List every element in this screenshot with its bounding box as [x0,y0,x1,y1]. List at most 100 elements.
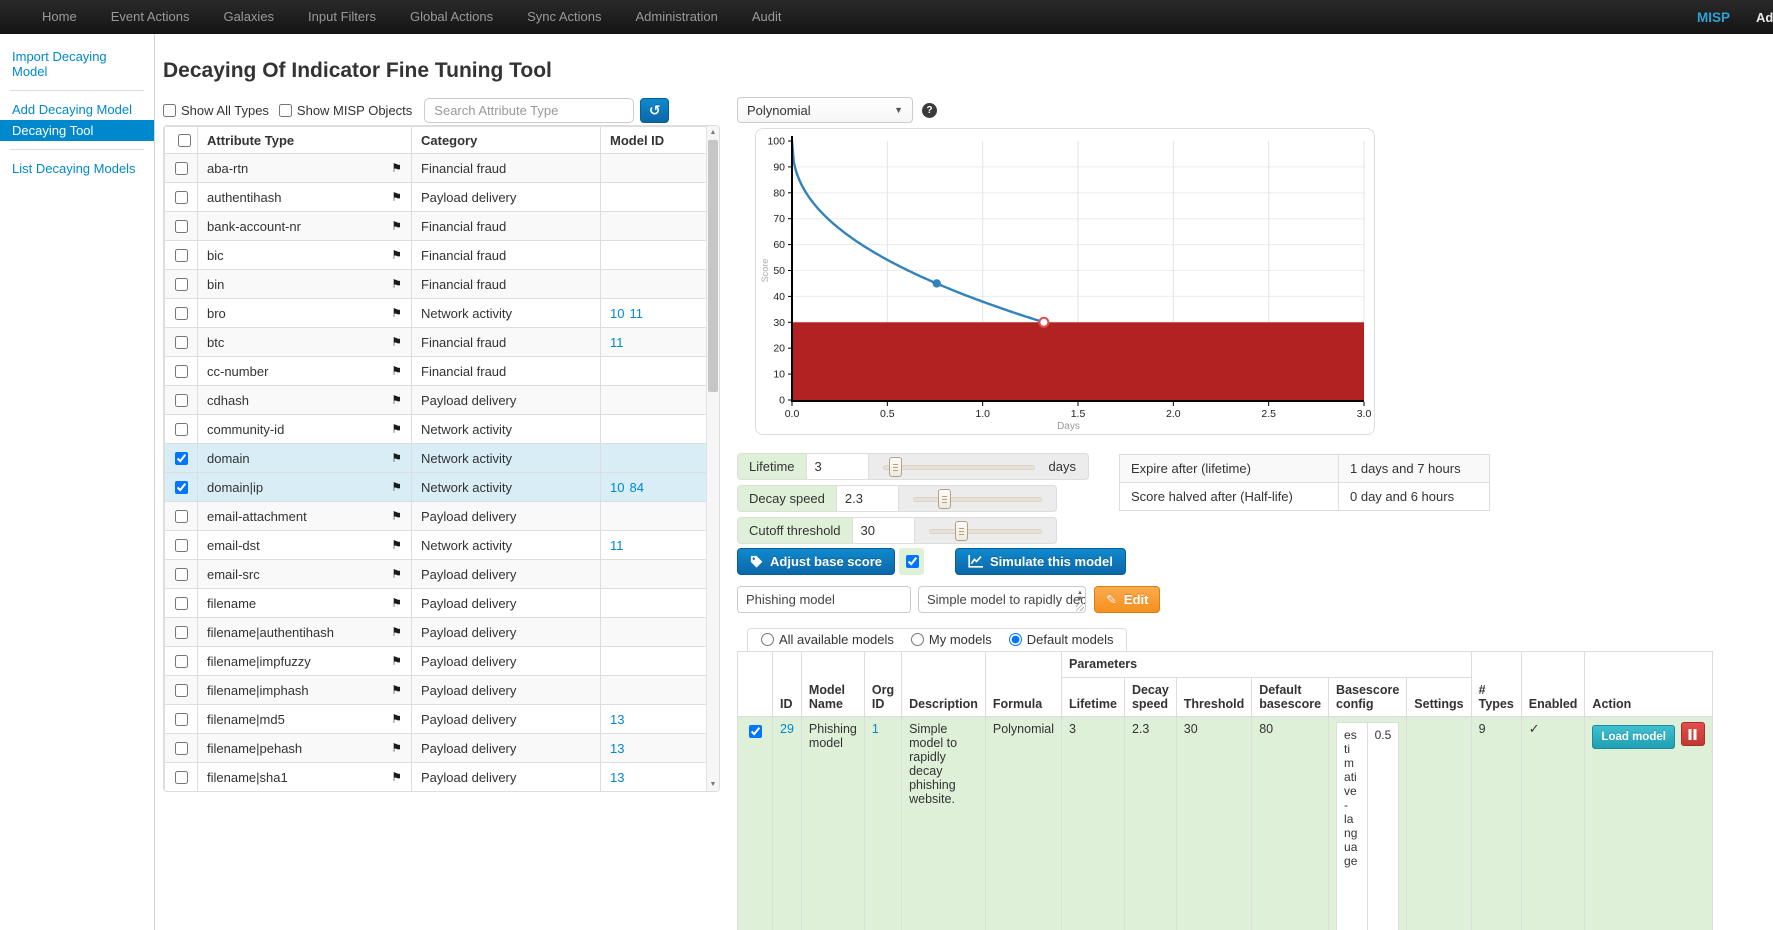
attribute-type-label: cdhash [207,393,249,408]
model-row-checkbox[interactable] [749,725,762,738]
config-value: 0.5 [1367,723,1399,930]
model-id-link[interactable]: 11 [610,335,624,350]
model-description-textarea[interactable]: Simple model to rapidly decay ▲▼ [918,586,1086,613]
refresh-button[interactable]: ↺ [640,98,669,123]
show-misp-objects-option[interactable]: Show MISP Objects [279,103,412,118]
model-id-cell [601,270,708,299]
load-model-button[interactable]: Load model [1592,725,1675,749]
model-name-input[interactable] [737,586,911,613]
model-filter-option-1[interactable]: My models [911,632,992,647]
help-icon[interactable]: ? [922,103,937,118]
model-id-link[interactable]: 29 [780,722,794,736]
row-checkbox[interactable] [175,191,188,204]
attribute-type-label: bin [207,277,224,292]
row-checkbox[interactable] [175,162,188,175]
model-filter-radio[interactable] [761,633,774,646]
row-checkbox[interactable] [175,278,188,291]
model-filter-option-0[interactable]: All available models [761,632,894,647]
curve-handle[interactable] [933,279,941,287]
row-checkbox[interactable] [175,336,188,349]
col-lifetime: Lifetime [1062,678,1125,717]
model-filter-radio[interactable] [911,633,924,646]
spinner-arrows-icon[interactable]: ▲▼ [1077,590,1083,602]
row-checkbox[interactable] [175,626,188,639]
select-all-checkbox[interactable] [178,134,191,147]
cutoff-threshold-input[interactable] [853,518,915,543]
row-checkbox[interactable] [175,452,188,465]
sidebar-item-decaying-tool[interactable]: Decaying Tool [0,120,154,141]
model-id-link[interactable]: 11 [610,538,624,553]
model-id-link[interactable]: 13 [610,770,624,785]
model-id-link[interactable]: 10 [610,306,624,321]
decay-speed-input[interactable] [837,486,899,511]
row-checkbox[interactable] [175,568,188,581]
edit-model-button[interactable]: ✎ Edit [1094,586,1160,613]
row-checkbox[interactable] [175,394,188,407]
nav-item-link[interactable]: Event Actions [94,0,207,34]
adjust-base-score-button[interactable]: Adjust base score [737,548,895,575]
row-checkbox[interactable] [175,771,188,784]
adjust-base-score-checkbox[interactable] [906,555,919,568]
slider-handle[interactable] [955,521,968,541]
threshold-crossing-point[interactable] [1039,318,1048,327]
scroll-down-icon[interactable]: ▼ [707,778,719,791]
row-checkbox[interactable] [175,365,188,378]
row-checkbox[interactable] [175,655,188,668]
org-id-link[interactable]: 1 [872,722,879,736]
search-input[interactable] [424,98,634,123]
table-scrollbar[interactable]: ▲ ▼ [706,126,719,791]
row-checkbox[interactable] [175,481,188,494]
model-filter-radio[interactable] [1009,633,1022,646]
show-all-types-checkbox[interactable] [163,104,176,117]
lifetime-slider[interactable] [883,454,1035,479]
row-checkbox[interactable] [175,684,188,697]
row-checkbox[interactable] [175,597,188,610]
simulate-model-button[interactable]: Simulate this model [955,548,1126,575]
show-all-types-label: Show All Types [181,103,269,118]
row-checkbox[interactable] [175,423,188,436]
nav-user[interactable]: Ad [1756,10,1773,25]
model-id-link[interactable]: 84 [629,480,643,495]
sidebar-item-add-decaying-model[interactable]: Add Decaying Model [0,99,154,120]
pause-model-button[interactable] [1681,722,1705,746]
svg-text:60: 60 [773,239,785,251]
model-id-link[interactable]: 13 [610,712,624,727]
row-checkbox[interactable] [175,539,188,552]
row-checkbox[interactable] [175,510,188,523]
nav-item-link[interactable]: Input Filters [291,0,393,34]
nav-item-link[interactable]: Home [25,0,94,34]
row-checkbox[interactable] [175,713,188,726]
decay-speed-slider[interactable] [913,486,1042,511]
nav-item-link[interactable]: Administration [619,0,735,34]
nav-item-link[interactable]: Global Actions [393,0,510,34]
resize-grip-icon[interactable] [1076,603,1084,611]
show-misp-objects-checkbox[interactable] [279,104,292,117]
sidebar-item-import-decaying-model[interactable]: Import Decaying Model [0,46,154,82]
model-id-cell: 11 [601,328,708,357]
misp-brand[interactable]: MISP [1697,10,1730,25]
table-row: bic⚑Financial fraud [165,241,708,270]
slider-handle[interactable] [889,457,902,477]
scroll-up-icon[interactable]: ▲ [707,126,719,139]
lifetime-input[interactable] [807,454,869,479]
model-id-link[interactable]: 10 [610,480,624,495]
half-life-value: 0 day and 6 hours [1339,483,1490,511]
nav-item-link[interactable]: Sync Actions [510,0,618,34]
cutoff-threshold-slider[interactable] [929,518,1042,543]
row-checkbox[interactable] [175,220,188,233]
model-filter-option-2[interactable]: Default models [1009,632,1114,647]
row-checkbox[interactable] [175,307,188,320]
nav-item-link[interactable]: Galaxies [206,0,291,34]
row-checkbox[interactable] [175,742,188,755]
row-checkbox[interactable] [175,249,188,262]
nav-item-link[interactable]: Audit [735,0,799,34]
model-id-link[interactable]: 11 [629,306,643,321]
sidebar-item-list-decaying-models[interactable]: List Decaying Models [0,158,154,179]
slider-handle[interactable] [938,489,951,509]
model-id-link[interactable]: 13 [610,741,624,756]
attribute-type-cell: email-src⚑ [198,560,412,589]
show-all-types-option[interactable]: Show All Types [163,103,269,118]
formula-select[interactable]: Polynomial ▼ [737,97,913,123]
flag-icon: ⚑ [391,161,402,175]
scrollbar-thumb[interactable] [708,140,718,392]
